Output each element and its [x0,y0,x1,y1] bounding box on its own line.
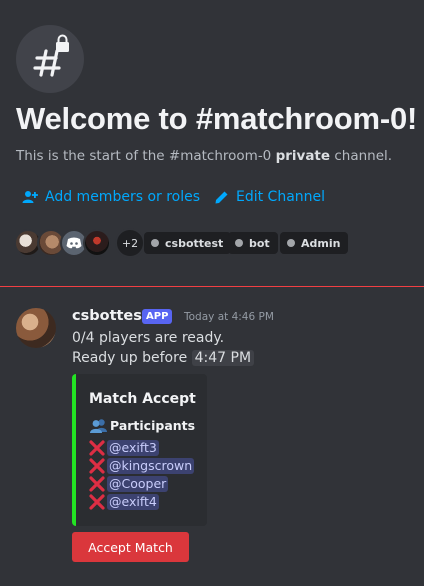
participant-mention[interactable]: @exift3 [107,440,159,456]
add-members-label: Add members or roles [45,189,201,205]
add-members-button[interactable]: Add members or roles [22,189,200,205]
match-accept-embed: Match Accept Participants @exift3 @kings… [72,374,207,526]
embed-title: Match Accept [89,391,196,407]
deadline-time[interactable]: 4:47 PM [191,350,255,366]
cross-mark-icon [89,458,105,474]
welcome-subtitle-suffix: channel. [330,148,393,164]
role-pill-csbottest[interactable]: csbottest [144,232,232,254]
accept-match-button[interactable]: Accept Match [72,532,189,562]
avatar[interactable] [16,308,56,348]
member-avatars[interactable]: +2 [14,228,145,258]
role-dot [235,239,243,247]
role-pill-bot[interactable]: bot [228,232,278,254]
participant-mention[interactable]: @exift4 [107,494,159,510]
participants-field-title: Participants [89,418,195,433]
add-member-icon [22,191,38,203]
message-timestamp: Today at 4:46 PM [184,311,274,323]
message-author[interactable]: csbottest [72,308,149,324]
role-pill-admin[interactable]: Admin [280,232,349,254]
welcome-subtitle-prefix: This is the start of the #matchroom-0 [16,148,276,164]
participant-mention[interactable]: @kingscrown [107,458,195,474]
welcome-subtitle-bold: private [275,148,331,164]
more-members-count[interactable]: +2 [115,228,145,258]
edit-channel-label: Edit Channel [236,189,326,205]
participant-row: @exift4 [89,493,159,511]
role-label: Admin [301,236,341,250]
welcome-subtitle: This is the start of the #matchroom-0 pr… [16,148,392,164]
participant-row: @kingscrown [89,457,195,475]
welcome-title: Welcome to #matchroom-0! [16,101,418,136]
hash-lock-icon [16,25,84,93]
participants-label: Participants [110,418,196,433]
message-line-ready-count: 0/4 players are ready. [72,330,225,346]
role-dot [287,239,295,247]
app-badge: APP [142,309,173,324]
message-line-deadline: Ready up before 4:47 PM [72,350,255,366]
edit-channel-button[interactable]: Edit Channel [214,189,325,205]
role-label: bot [249,236,270,250]
role-label: csbottest [165,236,224,250]
chat-view: Welcome to #matchroom-0! This is the sta… [0,0,424,586]
member-avatar[interactable] [83,229,111,257]
pencil-icon [215,191,228,203]
new-messages-divider [0,286,424,287]
participant-row: @exift3 [89,439,159,457]
role-dot [151,239,159,247]
deadline-prefix: Ready up before [72,350,188,366]
cross-mark-icon [89,494,105,510]
discord-logo-icon [66,237,82,249]
busts-icon [90,419,107,433]
cross-mark-icon [89,476,105,492]
cross-mark-icon [89,440,105,456]
participant-row: @Cooper [89,475,169,493]
participant-mention[interactable]: @Cooper [107,476,169,492]
